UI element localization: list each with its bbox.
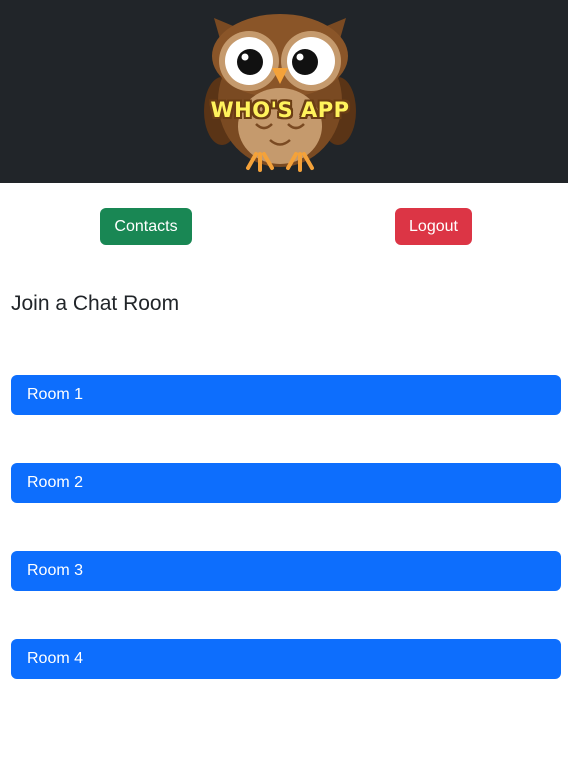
app-header: WHO'S APP <box>0 0 568 183</box>
contacts-button[interactable]: Contacts <box>100 208 192 245</box>
page-title: Join a Chat Room <box>11 292 180 315</box>
app-logo: WHO'S APP <box>200 6 360 174</box>
room-3-button[interactable]: Room 3 <box>11 551 561 591</box>
owl-icon <box>204 14 356 172</box>
logo-text: WHO'S APP <box>210 98 350 122</box>
room-1-button[interactable]: Room 1 <box>11 375 561 415</box>
logout-button[interactable]: Logout <box>395 208 472 245</box>
room-4-button[interactable]: Room 4 <box>11 639 561 679</box>
room-2-button[interactable]: Room 2 <box>11 463 561 503</box>
